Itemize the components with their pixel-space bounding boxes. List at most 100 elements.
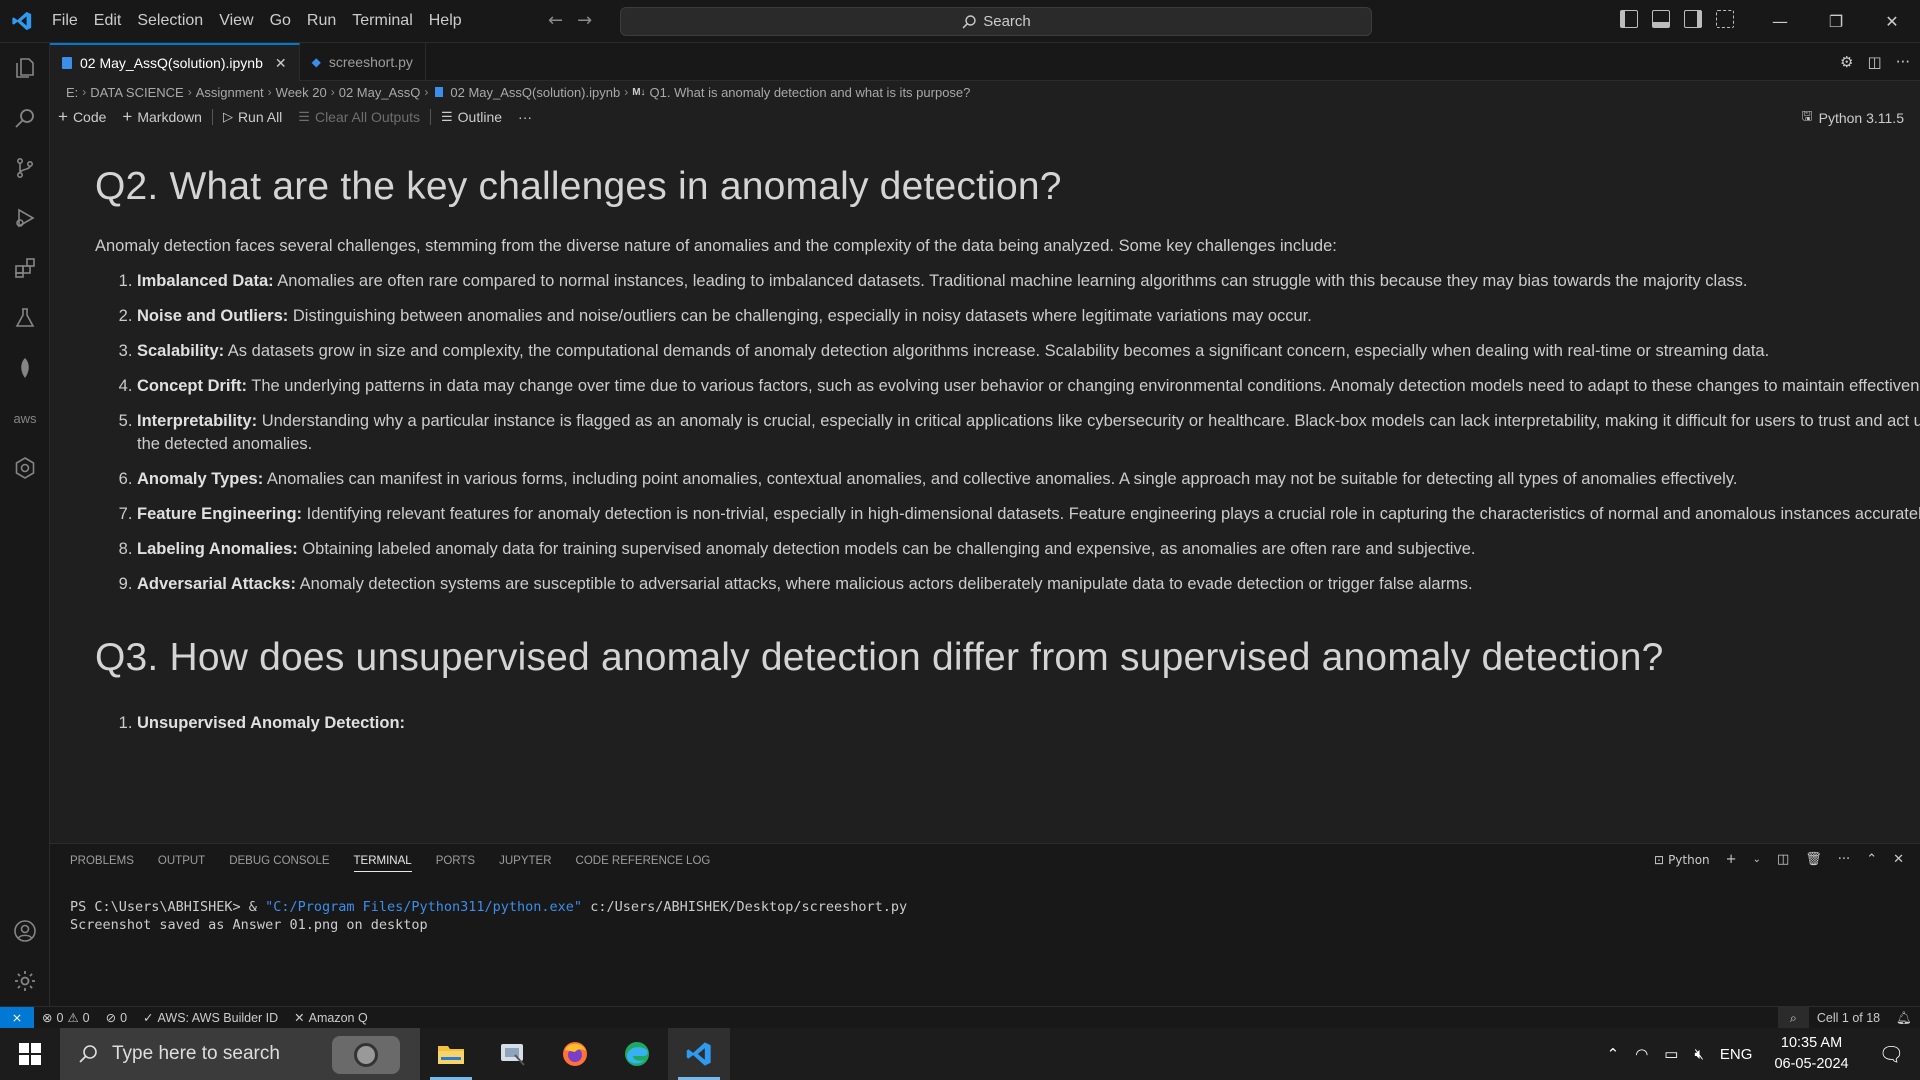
battery-icon[interactable]: ▭ bbox=[1656, 1045, 1686, 1063]
ports-antenna-icon: ⊘ bbox=[105, 1011, 117, 1025]
notebook-editor[interactable]: Q2. What are the key challenges in anoma… bbox=[50, 131, 1920, 843]
breadcrumb-item[interactable]: Q1. What is anomaly detection and what i… bbox=[650, 85, 971, 100]
menu-terminal[interactable]: Terminal bbox=[344, 12, 420, 30]
chevron-down-icon[interactable]: ⌄ bbox=[1753, 854, 1761, 865]
challenge-term: Scalability: bbox=[137, 342, 225, 360]
kernel-picker[interactable]: 🖫 Python 3.11.5 bbox=[1802, 107, 1904, 129]
system-tray: ⌃ ◠ ▭ 🔇︎ ENG 10:35 AM 06-05-2024 🗨︎ bbox=[1599, 1028, 1920, 1080]
toggle-panel-icon[interactable] bbox=[1652, 10, 1670, 28]
more-panel-actions-icon[interactable]: ··· bbox=[1838, 852, 1850, 867]
snipping-tool-taskbar-icon[interactable] bbox=[482, 1028, 544, 1080]
restore-icon[interactable]: ❐ bbox=[1808, 0, 1864, 43]
menu-edit[interactable]: Edit bbox=[86, 12, 130, 30]
breadcrumb-item[interactable]: 02 May_AssQ bbox=[339, 85, 421, 100]
menu-selection[interactable]: Selection bbox=[129, 12, 211, 30]
notification-center-icon[interactable]: 🗨︎ bbox=[1863, 1042, 1920, 1067]
outline-button[interactable]: ☰ Outline bbox=[433, 109, 510, 125]
maximize-panel-chevron-up-icon[interactable]: ⌃ bbox=[1866, 852, 1877, 867]
terminal-profile-button[interactable]: ⊡ Python bbox=[1654, 853, 1710, 867]
command-center-search[interactable]: Search bbox=[620, 7, 1372, 36]
account-icon[interactable] bbox=[0, 906, 50, 956]
clear-outputs-label: Clear All Outputs bbox=[314, 109, 421, 125]
aws-icon[interactable]: aws bbox=[0, 393, 50, 443]
clock[interactable]: 10:35 AM 06-05-2024 bbox=[1760, 1033, 1862, 1075]
ports-status[interactable]: ⊘ 0 bbox=[98, 1010, 135, 1026]
source-control-icon[interactable] bbox=[0, 143, 50, 193]
problems-status[interactable]: ⊗ 0 ⚠ 0 bbox=[34, 1010, 98, 1026]
terminal-output[interactable]: PS C:\Users\ABHISHEK> & "C:/Program File… bbox=[70, 898, 907, 934]
remote-indicator-icon[interactable]: ⨯ bbox=[0, 1006, 34, 1029]
split-terminal-icon[interactable]: ◫ bbox=[1777, 852, 1789, 867]
run-all-button[interactable]: ▷ Run All bbox=[215, 109, 290, 125]
breadcrumb-item[interactable]: Week 20 bbox=[276, 85, 327, 100]
tab-code-reference-log[interactable]: CODE REFERENCE LOG bbox=[576, 855, 711, 867]
menu-help[interactable]: Help bbox=[421, 12, 470, 30]
aws-status[interactable]: ✓ AWS: AWS Builder ID bbox=[135, 1010, 286, 1026]
cell-indicator[interactable]: Cell 1 of 18 bbox=[1809, 1011, 1888, 1025]
amazon-q-label: Amazon Q bbox=[308, 1010, 368, 1025]
challenge-text: Obtaining labeled anomaly data for train… bbox=[297, 540, 1476, 558]
explorer-icon[interactable] bbox=[0, 43, 50, 93]
volume-muted-icon[interactable]: 🔇︎ bbox=[1686, 1046, 1711, 1063]
breadcrumb-item[interactable]: E: bbox=[66, 85, 78, 100]
edge-taskbar-icon[interactable] bbox=[606, 1028, 668, 1080]
manage-gear-icon[interactable] bbox=[0, 956, 50, 1006]
minimize-icon[interactable]: — bbox=[1752, 0, 1808, 43]
close-window-icon[interactable]: ✕ bbox=[1864, 0, 1920, 43]
more-actions-icon[interactable]: ··· bbox=[1896, 53, 1910, 71]
tab-problems[interactable]: PROBLEMS bbox=[70, 855, 134, 867]
tab-notebook[interactable]: 02 May_AssQ(solution).ipynb ✕ bbox=[50, 43, 300, 81]
menu-run[interactable]: Run bbox=[299, 12, 344, 30]
extensions-icon[interactable] bbox=[0, 243, 50, 293]
split-editor-icon[interactable]: ◫ bbox=[1868, 53, 1882, 71]
tab-terminal[interactable]: TERMINAL bbox=[353, 850, 412, 872]
windows-start-icon[interactable] bbox=[0, 1028, 60, 1080]
search-icon[interactable] bbox=[0, 93, 50, 143]
play-icon: ▷ bbox=[222, 109, 233, 124]
add-code-cell-button[interactable]: + Code bbox=[50, 107, 114, 127]
notebook-settings-gear-icon[interactable]: ⚙ bbox=[1840, 53, 1853, 71]
zoom-search-icon[interactable]: ⌕ bbox=[1777, 1007, 1809, 1029]
testing-flask-icon[interactable] bbox=[0, 293, 50, 343]
forward-arrow-icon[interactable]: → bbox=[577, 10, 592, 31]
file-explorer-taskbar-icon[interactable] bbox=[420, 1028, 482, 1080]
menu-view[interactable]: View bbox=[211, 12, 261, 30]
run-debug-icon[interactable] bbox=[0, 193, 50, 243]
notifications-bell-icon[interactable]: 🔔︎ bbox=[1888, 1011, 1920, 1026]
firefox-taskbar-icon[interactable] bbox=[544, 1028, 606, 1080]
plus-icon: + bbox=[122, 107, 133, 126]
more-toolbar-actions-button[interactable]: ··· bbox=[510, 109, 540, 125]
close-panel-icon[interactable]: ✕ bbox=[1893, 852, 1904, 867]
show-hidden-icons-chevron-up-icon[interactable]: ⌃ bbox=[1599, 1045, 1628, 1063]
kill-terminal-trash-icon[interactable]: 🗑 bbox=[1805, 852, 1822, 867]
amazon-q-status[interactable]: ✕ Amazon Q bbox=[286, 1010, 376, 1026]
toggle-secondary-sidebar-icon[interactable] bbox=[1684, 10, 1702, 28]
challenge-text: Understanding why a particular instance … bbox=[137, 412, 1920, 453]
taskbar-search-box[interactable]: Type here to search bbox=[60, 1028, 420, 1080]
toggle-primary-sidebar-icon[interactable] bbox=[1620, 10, 1638, 28]
back-arrow-icon[interactable]: ← bbox=[548, 10, 563, 31]
clear-all-outputs-button[interactable]: ☰ Clear All Outputs bbox=[290, 109, 428, 125]
menu-go[interactable]: Go bbox=[262, 12, 299, 30]
language-indicator[interactable]: ENG bbox=[1712, 1046, 1761, 1063]
tab-debug-console[interactable]: DEBUG CONSOLE bbox=[229, 855, 329, 867]
tab-jupyter[interactable]: JUPYTER bbox=[499, 855, 551, 867]
clear-outputs-icon: ☰ bbox=[298, 109, 310, 124]
close-tab-icon[interactable]: ✕ bbox=[275, 55, 287, 72]
amazon-q-icon[interactable] bbox=[0, 443, 50, 493]
tab-python-file[interactable]: ◆ screeshort.py bbox=[300, 43, 426, 81]
status-bar: ⨯ ⊗ 0 ⚠ 0 ⊘ 0 ✓ AWS: AWS Builder ID ✕ Amazon … bbox=[0, 1006, 1920, 1029]
vscode-taskbar-icon[interactable] bbox=[668, 1028, 730, 1080]
tab-output[interactable]: OUTPUT bbox=[158, 855, 205, 867]
breadcrumb-item[interactable]: 02 May_AssQ(solution).ipynb bbox=[450, 85, 620, 100]
leaf-extension-icon[interactable] bbox=[0, 343, 50, 393]
list-item: Concept Drift: The underlying patterns i… bbox=[137, 375, 1920, 398]
add-markdown-cell-button[interactable]: + Markdown bbox=[114, 107, 210, 127]
customize-layout-icon[interactable] bbox=[1716, 10, 1734, 28]
breadcrumb-item[interactable]: Assignment bbox=[196, 85, 264, 100]
tab-ports[interactable]: PORTS bbox=[436, 855, 475, 867]
menu-file[interactable]: File bbox=[44, 12, 86, 30]
breadcrumb-item[interactable]: DATA SCIENCE bbox=[90, 85, 183, 100]
new-terminal-plus-icon[interactable]: + bbox=[1726, 852, 1737, 867]
network-icon[interactable]: ◠ bbox=[1627, 1045, 1656, 1063]
